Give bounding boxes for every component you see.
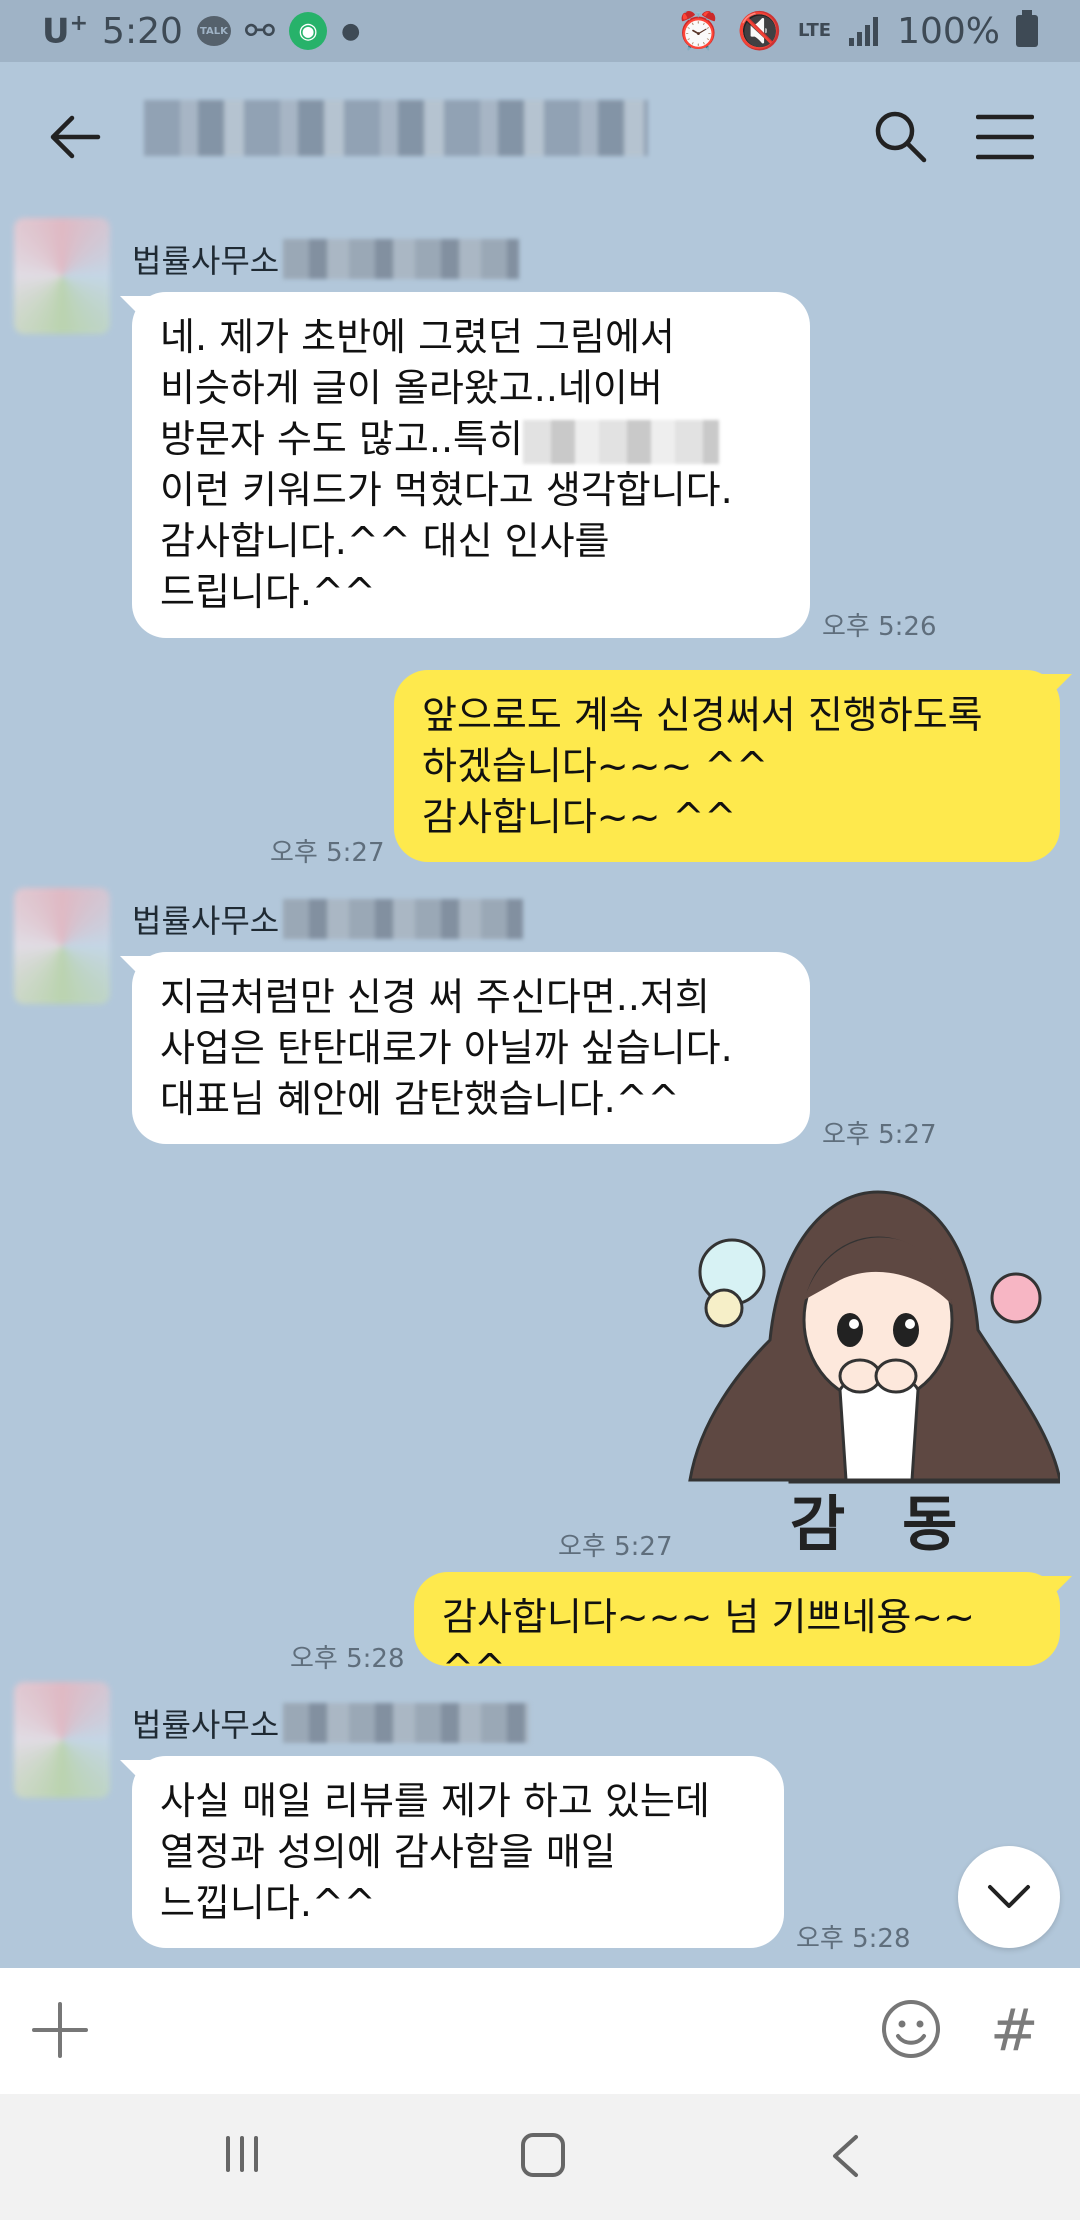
chevron-down-icon [988,1885,1030,1908]
incoming-message-bubble[interactable]: 네. 제가 초반에 그렸던 그림에서 비슷하게 글이 올라왔고..네이버 방문자… [132,292,810,638]
avatar[interactable] [14,888,110,1004]
battery-icon [1016,10,1038,47]
sender-name: 법률사무소 [132,236,520,282]
sticker-image[interactable]: 감 동 [680,1180,1062,1560]
sticker-caption: 감 동 [790,1490,976,1560]
incoming-message-bubble[interactable]: 지금처럼만 신경 써 주신다면..저희 사업은 탄탄대로가 아닐까 싶습니다. … [132,952,810,1144]
message-time: 오후 5:26 [822,612,937,642]
carrier-label: U+ [42,10,89,52]
clock: 5:20 [102,10,183,52]
home-icon[interactable] [520,2132,566,2178]
avatar[interactable] [14,218,110,334]
talk-notification-icon: TALK [196,16,231,46]
keyword-redacted [522,419,719,464]
message-time: 오후 5:27 [558,1532,673,1562]
sender-name: 법률사무소 [132,896,524,942]
message-time: 오후 5:27 [270,838,385,868]
hash-icon[interactable]: # [990,1996,1039,2064]
chat-title-redacted [144,100,648,156]
sender-name-redacted [283,899,524,939]
emoji-icon[interactable] [880,1998,942,2060]
plus-icon[interactable] [30,2000,90,2060]
mute-icon: 🔇 [737,11,782,52]
nav-back-icon[interactable] [830,2134,860,2178]
outgoing-message-bubble[interactable]: 앞으로도 계속 신경써서 진행하도록 하겠습니다~~~ ^^ 감사합니다~~ ^… [394,670,1060,862]
message-input-bar[interactable]: # [0,1968,1080,2094]
chat-header [0,62,1080,212]
signal-icon [849,17,879,46]
more-notifications-icon: ● [341,18,361,44]
sender-name: 법률사무소 [132,1700,530,1746]
message-time: 오후 5:27 [822,1120,937,1150]
battery-percent: 100% [897,10,1000,52]
system-navigation-bar [0,2094,1080,2220]
incoming-message-bubble[interactable]: 사실 매일 리뷰를 제가 하고 있는데 열정과 성의에 감사함을 매일 느낍니다… [132,1756,784,1948]
search-icon[interactable] [872,108,928,164]
sender-name-redacted [283,239,520,279]
alarm-icon: ⏰ [676,11,722,52]
lte-indicator: LTE [798,20,832,41]
message-time: 오후 5:28 [796,1924,911,1954]
message-time: 오후 5:28 [290,1644,405,1674]
back-arrow-icon[interactable] [48,110,102,164]
link-notification-icon: ⚯ [244,10,276,52]
recents-icon[interactable] [222,2134,262,2174]
status-bar: U+ 5:20 TALK ⚯ ◉ ● ⏰ 🔇 LTE 100% [0,0,1080,62]
sender-name-redacted [283,1703,530,1743]
menu-icon[interactable] [976,112,1034,162]
app-notification-icon: ◉ [289,12,328,50]
outgoing-message-bubble[interactable]: 감사합니다~~~ 넘 기쁘네용~~ ^^ [414,1572,1060,1690]
avatar[interactable] [14,1682,110,1798]
scroll-to-bottom-button[interactable] [958,1846,1060,1948]
